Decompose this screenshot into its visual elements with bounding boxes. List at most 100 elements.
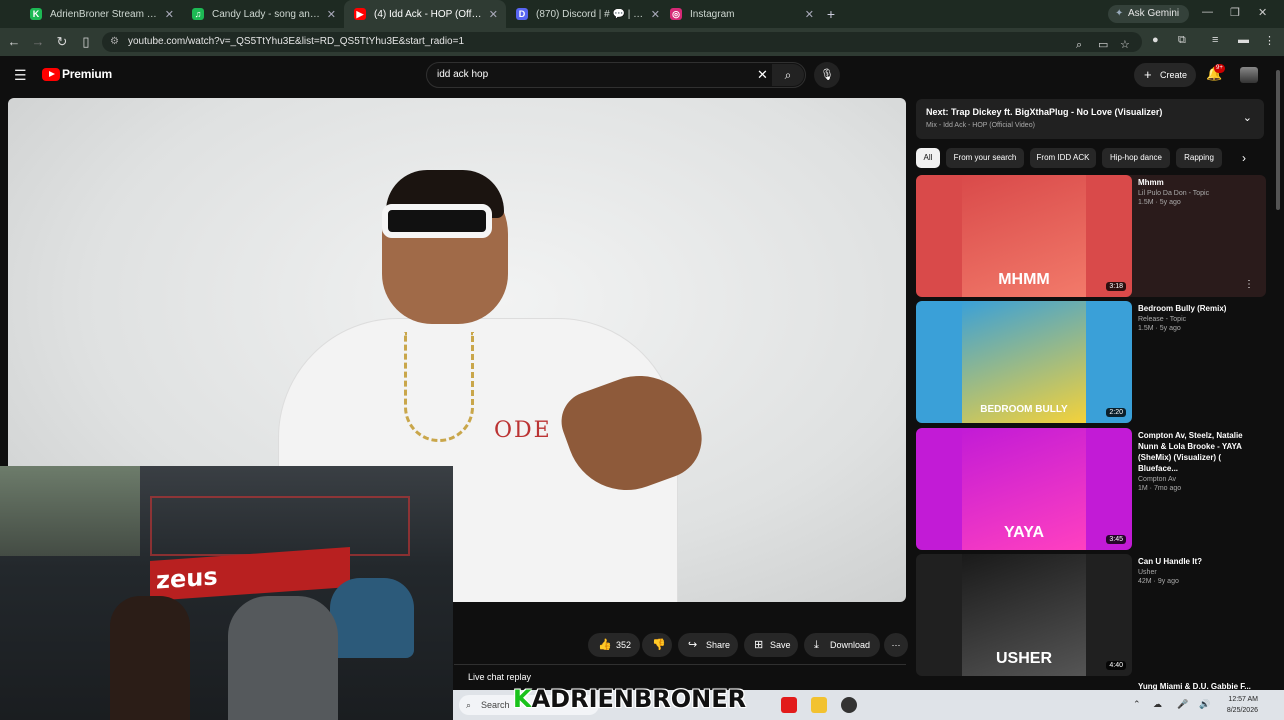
maximize-icon[interactable]: ❐ <box>1230 6 1240 19</box>
cam-person-right <box>330 578 414 658</box>
chip-from-idd-ack[interactable]: From IDD ACK <box>1030 148 1096 168</box>
page-scrollbar[interactable] <box>1276 70 1280 210</box>
back-icon[interactable]: ← <box>6 34 22 49</box>
close-tab-icon[interactable]: ✕ <box>805 8 814 21</box>
video-title[interactable]: Mhmm <box>1138 177 1262 188</box>
video-title[interactable]: Can U Handle It? <box>1138 556 1262 567</box>
browser-tabstrip: + ✦ Ask Gemini — ❐ ✕ K AdrienBroner Strea… <box>0 0 1284 28</box>
up-next-title: Next: Trap Dickey ft. BigXthaPlug - No L… <box>926 107 1163 117</box>
system-clock[interactable]: 12:57 AM 8/25/2026 <box>1227 694 1258 716</box>
video-info: Can U Handle It? Usher 42M · 9y ago <box>1138 556 1262 585</box>
voice-search-icon[interactable]: 🎙 <box>814 62 840 88</box>
tab-search-icon[interactable]: ≡ <box>1212 34 1218 46</box>
download-button[interactable]: ⤓ Download <box>804 633 880 657</box>
chip-hip-hop-dance[interactable]: Hip-hop dance <box>1102 148 1170 168</box>
avatar[interactable] <box>1240 67 1258 83</box>
close-window-icon[interactable]: ✕ <box>1258 6 1267 19</box>
video-thumbnail[interactable]: USHER 4:40 <box>916 554 1132 676</box>
recommended-video[interactable]: YAYA 3:45 Compton Av, Steelz, Natalie Nunn… <box>916 428 1266 550</box>
browser-tab[interactable]: ◎ Instagram ✕ <box>660 0 822 28</box>
forward-icon[interactable]: → <box>30 34 46 49</box>
video-info: Mhmm Lil Pulo Da Don - Topic 1.5M · 5y ago <box>1138 177 1262 206</box>
plus-icon: + <box>1144 67 1152 82</box>
video-title[interactable]: Compton Av, Steelz, Natalie Nunn & Lola … <box>1138 430 1262 474</box>
browser-tab[interactable]: ♫ Candy Lady - song and lyrics by ✕ <box>182 0 344 28</box>
video-thumbnail[interactable]: BEDROOM BULLY 2:20 <box>916 301 1132 423</box>
search-button[interactable]: ⌕ <box>772 64 804 86</box>
tray-chevron-icon[interactable]: ⌃ <box>1133 699 1141 710</box>
menu-kebab-icon[interactable]: ⋮ <box>1264 34 1275 47</box>
channel-name[interactable]: Usher <box>1138 569 1262 576</box>
brand-name: ADRIENBRONER <box>531 685 747 713</box>
channel-name[interactable]: Lil Pulo Da Don - Topic <box>1138 190 1262 197</box>
bookmark-star-icon[interactable]: ☆ <box>1120 35 1130 55</box>
tab-title: AdrienBroner Stream - Watch l <box>50 8 159 20</box>
volume-icon[interactable]: 🔊 <box>1199 699 1210 710</box>
video-subject-sunglasses <box>382 204 492 238</box>
chip-from-search[interactable]: From your search <box>946 148 1024 168</box>
microphone-icon[interactable]: 🎤 <box>1177 699 1188 710</box>
windows-taskbar: ⌕ Search KADRIENBRONER ⌃ ☁ 🎤 🔊 12:57 AM … <box>453 685 1284 720</box>
address-bar[interactable]: ⚙ youtube.com/watch?v=_QS5TtYhu3E&list=R… <box>102 32 1142 52</box>
youtube-header: ☰ Premium idd ack hop ✕ ⌕ 🎙 + Create 🔔 9… <box>0 56 1284 94</box>
dislike-button[interactable]: 👎 <box>642 633 672 657</box>
profile-icon[interactable]: ● <box>1152 34 1159 46</box>
share-button[interactable]: ↪ Share <box>678 633 738 657</box>
close-tab-icon[interactable]: ✕ <box>327 8 336 21</box>
thumbs-up-icon: 👍 <box>598 639 612 651</box>
search-input[interactable]: idd ack hop <box>437 69 488 80</box>
youtube-logo-icon[interactable] <box>42 68 60 81</box>
create-button[interactable]: + Create <box>1134 63 1196 87</box>
like-button[interactable]: 👍 352 <box>588 633 640 657</box>
recommended-video[interactable]: USHER 4:40 Can U Handle It? Usher 42M · 9y a… <box>916 554 1266 676</box>
site-info-icon[interactable]: ⚙ <box>110 32 119 52</box>
chevron-down-icon[interactable]: ⌄ <box>1243 111 1252 124</box>
chevron-right-icon[interactable]: › <box>1242 151 1246 165</box>
recommended-video[interactable]: BEDROOM BULLY 2:20 Bedroom Bully (Remix) Re… <box>916 301 1266 423</box>
chip-all[interactable]: All <box>916 148 940 168</box>
zoom-icon[interactable]: ⌕ <box>1076 35 1082 55</box>
save-button[interactable]: ⊞ Save <box>744 633 798 657</box>
side-panel-icon[interactable]: ▯ <box>78 34 94 50</box>
video-title[interactable]: Bedroom Bully (Remix) <box>1138 303 1262 314</box>
chip-rapping[interactable]: Rapping <box>1176 148 1222 168</box>
extensions-icon[interactable]: ⧉ <box>1178 34 1186 47</box>
youtube-premium-label[interactable]: Premium <box>62 67 112 81</box>
account-icon[interactable]: ▬ <box>1238 34 1249 46</box>
recommended-video[interactable]: MHMM 3:18 Mhmm Lil Pulo Da Don - Topic 1.5M … <box>916 175 1266 297</box>
cam-boxing-ring <box>150 496 410 556</box>
search-box[interactable]: idd ack hop ✕ ⌕ <box>426 62 806 88</box>
cam-background-window <box>0 466 140 556</box>
cast-icon[interactable]: ▭ <box>1098 35 1108 55</box>
webcam-overlay: zeus <box>0 466 453 720</box>
browser-tab[interactable]: K AdrienBroner Stream - Watch l ✕ <box>20 0 182 28</box>
channel-name[interactable]: Compton Av <box>1138 476 1262 483</box>
obs-icon[interactable] <box>841 697 857 713</box>
video-thumbnail[interactable]: MHMM 3:18 <box>916 175 1132 297</box>
tab-title: Candy Lady - song and lyrics by <box>212 8 321 20</box>
create-label: Create <box>1160 70 1188 80</box>
close-tab-icon[interactable]: ✕ <box>651 8 660 21</box>
browser-tab[interactable]: D (870) Discord | # 💬 | reaction ✕ <box>506 0 668 28</box>
cam-person-center <box>228 596 338 720</box>
youtube-app-icon[interactable] <box>781 697 797 713</box>
onedrive-icon[interactable]: ☁ <box>1153 699 1162 710</box>
guide-menu-icon[interactable]: ☰ <box>14 67 27 84</box>
reload-icon[interactable]: ↻ <box>54 34 70 50</box>
download-label: Download <box>830 640 871 650</box>
video-info: Bedroom Bully (Remix) Release - Topic 1.5M… <box>1138 303 1262 332</box>
video-thumbnail[interactable]: YAYA 3:45 <box>916 428 1132 550</box>
more-horizontal-icon: ⋯ <box>891 640 901 650</box>
browser-tab[interactable]: ▶ (4) Idd Ack - HOP (Official V ✕ <box>344 0 506 28</box>
clear-search-icon[interactable]: ✕ <box>757 67 768 83</box>
up-next-panel[interactable]: Next: Trap Dickey ft. BigXthaPlug - No L… <box>916 99 1264 139</box>
channel-name[interactable]: Release - Topic <box>1138 316 1262 323</box>
close-tab-icon[interactable]: ✕ <box>165 8 174 21</box>
minimize-icon[interactable]: — <box>1202 6 1213 18</box>
more-actions-button[interactable]: ⋯ <box>884 633 908 657</box>
tab-favicon-icon: ♫ <box>192 8 204 20</box>
video-menu-icon[interactable]: ⋮ <box>1244 279 1254 290</box>
file-explorer-icon[interactable] <box>811 697 827 713</box>
ask-gemini-button[interactable]: ✦ Ask Gemini <box>1108 5 1190 23</box>
close-tab-icon[interactable]: ✕ <box>489 8 498 21</box>
